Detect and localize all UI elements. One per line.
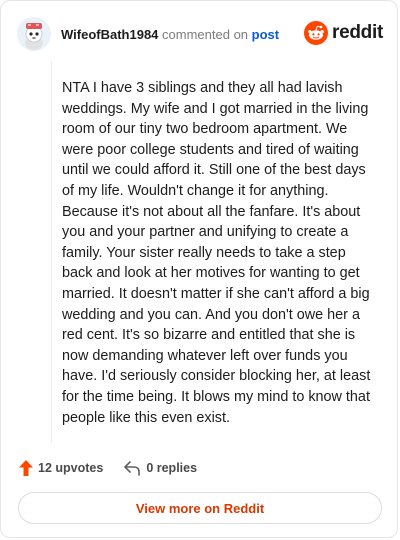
comment-body: NTA I have 3 siblings and they all had l…: [62, 80, 371, 426]
thread-line: [51, 61, 52, 443]
avatar-icon: [17, 17, 51, 51]
reply-arrow-icon: [124, 461, 141, 476]
post-link[interactable]: post: [252, 27, 279, 42]
upvote-button[interactable]: 12 upvotes: [19, 460, 103, 476]
upvote-arrow-icon: [19, 460, 33, 476]
comment-header: WifeofBath1984 commented on post reddit: [17, 15, 383, 53]
comment-card: WifeofBath1984 commented on post reddit …: [0, 0, 398, 538]
username[interactable]: WifeofBath1984: [61, 27, 158, 42]
reply-count: 0 replies: [146, 461, 198, 475]
comment-actions: 12 upvotes 0 replies: [19, 459, 197, 477]
reddit-logo[interactable]: reddit: [304, 21, 383, 45]
avatar[interactable]: [17, 17, 51, 51]
action-text: commented on: [162, 26, 249, 42]
upvote-count: 12 upvotes: [38, 461, 104, 475]
reply-button[interactable]: 0 replies: [123, 460, 197, 476]
reddit-logo-icon: [304, 21, 329, 45]
comment-meta: WifeofBath1984 commented on post: [61, 27, 279, 42]
view-more-button[interactable]: View more on Reddit: [18, 492, 382, 524]
reddit-wordmark: reddit: [332, 22, 383, 43]
